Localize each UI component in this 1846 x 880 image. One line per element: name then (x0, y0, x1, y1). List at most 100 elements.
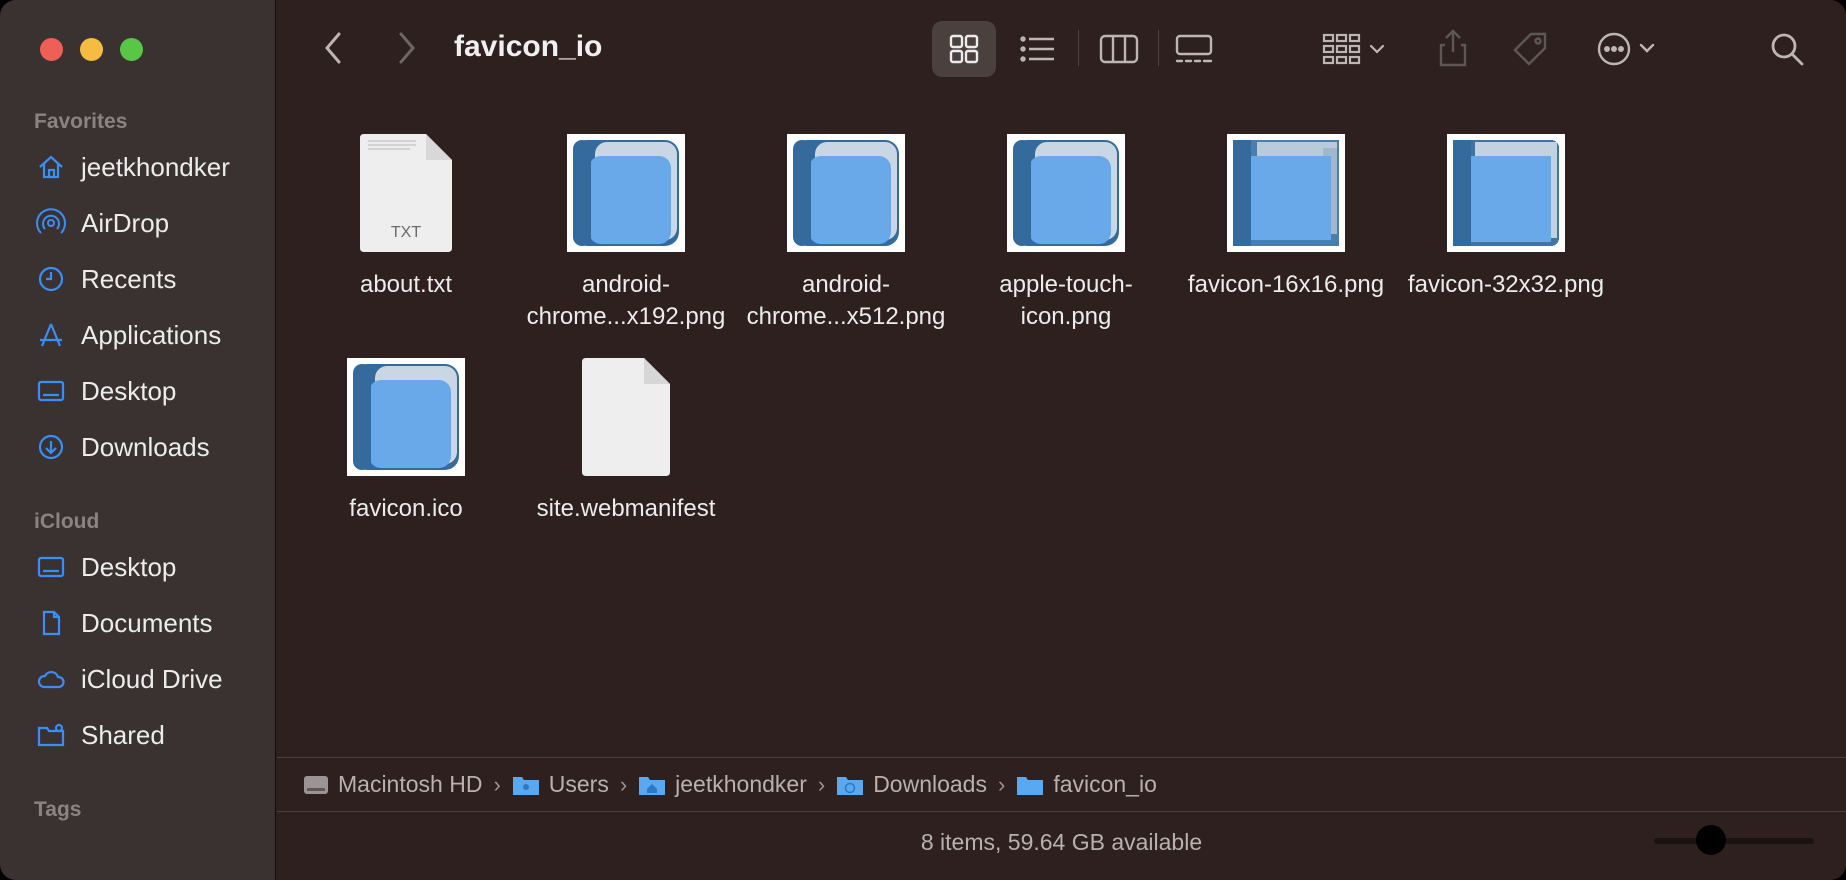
forward-button[interactable] (393, 30, 419, 66)
file-item[interactable]: favicon.ico (301, 358, 511, 538)
shared-folder-icon (34, 718, 68, 752)
file-type-badge: TXT (390, 224, 422, 241)
download-icon (34, 430, 68, 464)
gallery-icon (1175, 34, 1213, 63)
file-item[interactable]: site.webmanifest (521, 358, 731, 538)
search-icon (1771, 33, 1804, 66)
slider-knob[interactable] (1696, 825, 1726, 855)
share-icon (1439, 29, 1467, 67)
book-image-icon (347, 358, 465, 476)
tags-title: Tags (34, 798, 82, 821)
file-item[interactable]: TXT about.txt (301, 134, 511, 314)
clock-icon (34, 262, 68, 296)
main-content: favicon_io TXT about.txt android-chrome.… (277, 0, 1846, 880)
book-image-icon (567, 134, 685, 252)
sidebar: Favorites jeetkhondker AirDrop Recents A… (0, 0, 276, 880)
file-name: favicon.ico (349, 495, 463, 522)
column-view-button[interactable] (1099, 33, 1139, 65)
more-actions-button[interactable] (1597, 31, 1659, 67)
book-image-icon (1007, 134, 1125, 252)
sidebar-item-label: jeetkhondker (81, 151, 230, 182)
path-item-users[interactable]: Users (512, 771, 609, 798)
document-icon (34, 606, 68, 640)
home-icon (34, 150, 68, 184)
file-name: favicon-32x32.png (1407, 271, 1605, 298)
book-image-icon (1447, 134, 1565, 252)
generic-file-icon (582, 358, 670, 476)
download-folder-icon (837, 776, 864, 795)
path-item-macintosh-hd[interactable]: Macintosh HD (303, 771, 482, 798)
book-image-icon (1227, 134, 1345, 252)
favorites-title: Favorites (34, 110, 128, 133)
icloud-title: iCloud (34, 510, 100, 533)
tag-icon (1513, 32, 1547, 66)
cloud-icon (34, 662, 68, 696)
text-file-icon: TXT (360, 134, 452, 252)
path-separator-icon: › (997, 771, 1006, 797)
sidebar-item-shared[interactable]: Shared (34, 715, 264, 755)
group-by-icon (1322, 33, 1385, 65)
path-item-favicon-io[interactable]: favicon_io (1016, 771, 1157, 798)
sidebar-item-label: Applications (81, 319, 222, 350)
file-item[interactable]: android-chrome...x192.png (521, 134, 731, 344)
list-icon (1020, 36, 1054, 62)
file-name: site.webmanifest (536, 495, 716, 522)
file-name: android-chrome...x512.png (746, 271, 946, 330)
sidebar-item-airdrop[interactable]: AirDrop (34, 203, 264, 243)
file-item[interactable]: apple-touch-icon.png (961, 134, 1171, 344)
zoom-button[interactable] (120, 38, 143, 61)
close-button[interactable] (40, 38, 63, 61)
tag-button[interactable] (1511, 30, 1549, 68)
path-separator-icon: › (619, 771, 628, 797)
path-item-downloads[interactable]: Downloads (836, 771, 987, 798)
minimize-button[interactable] (80, 38, 103, 61)
back-button[interactable] (321, 30, 347, 66)
desktop-icon (34, 550, 68, 584)
folder-icon (1017, 776, 1044, 795)
search-button[interactable] (1769, 31, 1805, 67)
file-item[interactable]: android-chrome...x512.png (741, 134, 951, 344)
file-item[interactable]: favicon-16x16.png (1181, 134, 1391, 344)
gallery-view-button[interactable] (1174, 33, 1214, 65)
applications-icon (34, 318, 68, 352)
sidebar-item-label: Downloads (81, 431, 210, 462)
chevron-right-icon (399, 32, 415, 64)
file-name: favicon-16x16.png (1187, 271, 1385, 298)
sidebar-item-home[interactable]: jeetkhondker (34, 147, 264, 187)
sidebar-item-label: Desktop (81, 375, 177, 406)
folder-icon (512, 776, 539, 795)
file-item[interactable]: favicon-32x32.png (1401, 134, 1611, 344)
sidebar-item-applications[interactable]: Applications (34, 315, 264, 355)
finder-window: Favorites jeetkhondker AirDrop Recents A… (0, 0, 1846, 880)
sidebar-item-label: Shared (81, 719, 165, 750)
columns-icon (1099, 34, 1139, 64)
list-view-button[interactable] (1020, 35, 1056, 63)
sidebar-item-downloads[interactable]: Downloads (34, 427, 264, 467)
icon-view-button[interactable] (948, 33, 980, 65)
group-by-button[interactable] (1322, 33, 1386, 65)
share-button[interactable] (1437, 28, 1469, 68)
sidebar-item-desktop[interactable]: Desktop (34, 371, 264, 411)
file-name: about.txt (359, 271, 453, 298)
path-item-label: Macintosh HD (338, 771, 483, 797)
desktop-icon (34, 374, 68, 408)
sidebar-item-label: Recents (81, 263, 177, 294)
path-item-jeetkhondker[interactable]: jeetkhondker (638, 771, 807, 798)
icon-size-slider[interactable] (1654, 825, 1814, 855)
book-image-icon (787, 134, 905, 252)
path-item-label: Downloads (873, 771, 987, 797)
sidebar-item-label: AirDrop (81, 207, 170, 238)
home-folder-icon (639, 776, 666, 795)
disk-icon (304, 775, 328, 794)
sidebar-item-recents[interactable]: Recents (34, 259, 264, 299)
chevron-left-icon (325, 32, 341, 64)
path-item-label: jeetkhondker (675, 771, 807, 797)
window-title: favicon_io (454, 30, 603, 63)
sidebar-item-label: iCloud Drive (81, 663, 223, 694)
status-text: 8 items, 59.64 GB available (920, 828, 1203, 855)
sidebar-item-icloud-desktop[interactable]: Desktop (34, 547, 264, 587)
path-item-label: favicon_io (1053, 771, 1157, 797)
sidebar-item-icloud-drive[interactable]: iCloud Drive (34, 659, 264, 699)
airdrop-icon (34, 206, 68, 240)
sidebar-item-documents[interactable]: Documents (34, 603, 264, 643)
